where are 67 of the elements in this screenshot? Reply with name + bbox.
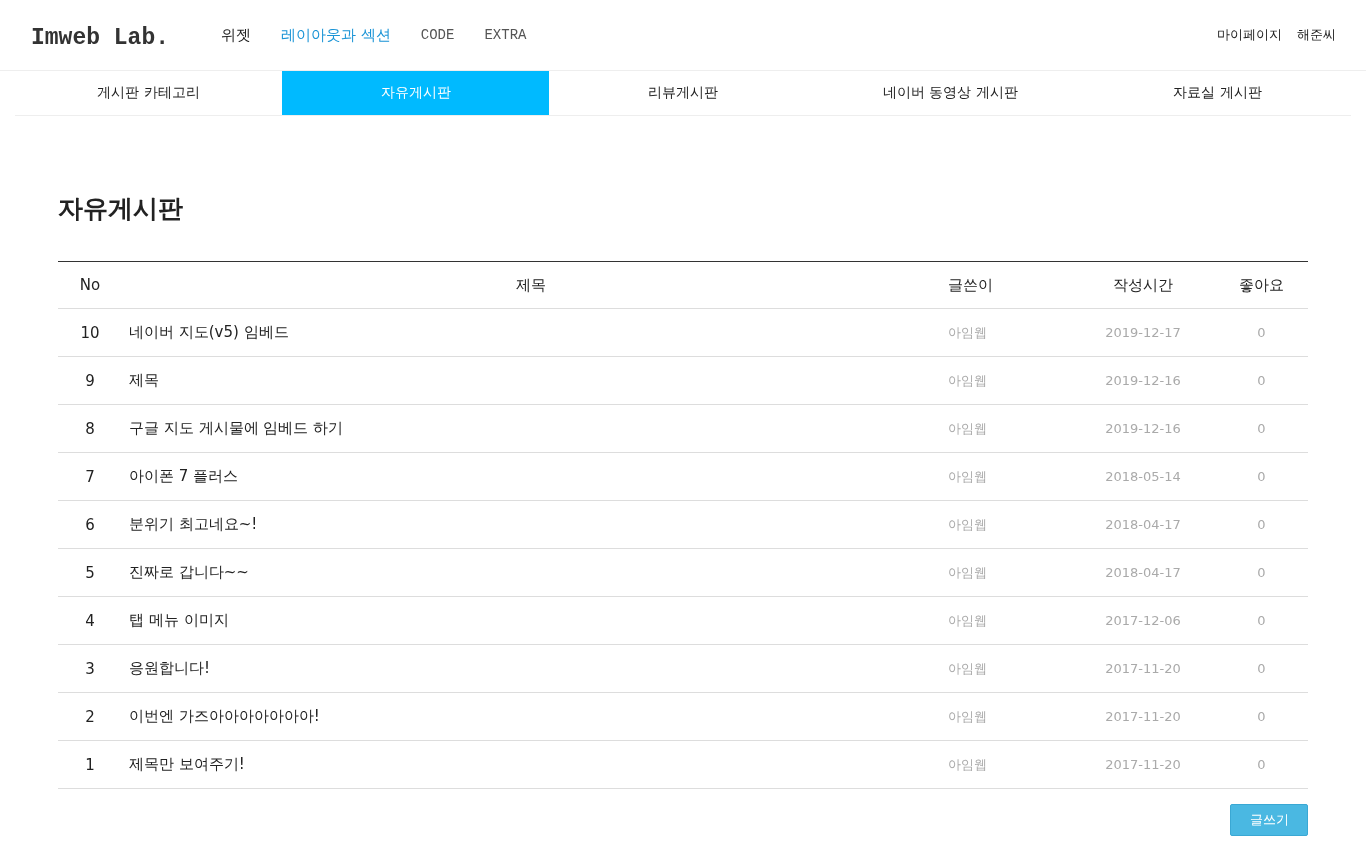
table-cell: 2018-05-14 — [1071, 452, 1215, 501]
column-header: 좋아요 — [1215, 261, 1308, 309]
table-cell: 0 — [1215, 548, 1308, 597]
column-header: 작성시간 — [1071, 261, 1215, 309]
post-title-link[interactable]: 진짜로 갑니다~~ — [122, 548, 940, 597]
post-title-link[interactable]: 구글 지도 게시물에 임베드 하기 — [122, 404, 940, 453]
table-cell: 0 — [1215, 596, 1308, 645]
table-cell: 0 — [1215, 356, 1308, 405]
post-title-link[interactable]: 탭 메뉴 이미지 — [122, 596, 940, 645]
table-cell: 아임웹 — [940, 596, 1071, 645]
user-link[interactable]: 마이페이지 — [1217, 26, 1282, 44]
table-cell: 9 — [58, 356, 122, 405]
user-link[interactable]: 해준씨 — [1297, 26, 1336, 44]
table-cell: 2018-04-17 — [1071, 548, 1215, 597]
table-cell: 아임웹 — [940, 356, 1071, 405]
post-title-link[interactable]: 제목만 보여주기! — [122, 740, 940, 789]
table-cell: 0 — [1215, 692, 1308, 741]
table-cell: 4 — [58, 596, 122, 645]
table-cell: 2019-12-16 — [1071, 356, 1215, 405]
table-cell: 0 — [1215, 644, 1308, 693]
page-title: 자유게시판 — [58, 193, 184, 225]
table-cell: 2019-12-16 — [1071, 404, 1215, 453]
column-header: 글쓴이 — [940, 261, 1071, 309]
post-title-link[interactable]: 아이폰 7 플러스 — [122, 452, 940, 501]
post-title-link[interactable]: 응원합니다! — [122, 644, 940, 693]
table-cell: 6 — [58, 500, 122, 549]
table-cell: 2019-12-17 — [1071, 308, 1215, 357]
table-cell: 1 — [58, 740, 122, 789]
board-tab[interactable]: 자료실 게시판 — [1083, 71, 1351, 115]
table-cell: 아임웹 — [940, 692, 1071, 741]
table-cell: 아임웹 — [940, 452, 1071, 501]
table-cell: 10 — [58, 308, 122, 357]
nav-link[interactable]: 레이아웃과 섹션 — [281, 25, 391, 45]
table-cell: 0 — [1215, 500, 1308, 549]
table-cell: 아임웹 — [940, 644, 1071, 693]
table-cell: 0 — [1215, 404, 1308, 453]
column-header: No — [58, 261, 122, 309]
nav-link[interactable]: CODE — [420, 27, 455, 43]
table-cell: 아임웹 — [940, 740, 1071, 789]
table-cell: 아임웹 — [940, 404, 1071, 453]
table-cell: 0 — [1215, 452, 1308, 501]
logo[interactable]: Imweb Lab. — [31, 25, 170, 51]
table-cell: 0 — [1215, 740, 1308, 789]
table-cell: 2018-04-17 — [1071, 500, 1215, 549]
table-cell: 7 — [58, 452, 122, 501]
nav-link[interactable]: EXTRA — [484, 27, 527, 43]
board-tab[interactable]: 네이버 동영상 게시판 — [816, 71, 1084, 115]
table-cell: 2017-11-20 — [1071, 644, 1215, 693]
table-cell: 3 — [58, 644, 122, 693]
column-header: 제목 — [122, 261, 940, 309]
table-cell: 8 — [58, 404, 122, 453]
post-title-link[interactable]: 분위기 최고네요~! — [122, 500, 940, 549]
table-cell: 아임웹 — [940, 308, 1071, 357]
post-title-link[interactable]: 제목 — [122, 356, 940, 405]
table-cell: 아임웹 — [940, 500, 1071, 549]
nav-link[interactable]: 위젯 — [221, 25, 252, 45]
table-cell: 5 — [58, 548, 122, 597]
table-cell: 0 — [1215, 308, 1308, 357]
board-tab[interactable]: 게시판 카테고리 — [15, 71, 283, 115]
board-tab[interactable]: 리뷰게시판 — [549, 71, 817, 115]
table-cell: 2017-12-06 — [1071, 596, 1215, 645]
table-cell: 2 — [58, 692, 122, 741]
post-title-link[interactable]: 이번엔 가즈아아아아아아아! — [122, 692, 940, 741]
table-cell: 아임웹 — [940, 548, 1071, 597]
post-title-link[interactable]: 네이버 지도(v5) 임베드 — [122, 308, 940, 357]
table-cell: 2017-11-20 — [1071, 692, 1215, 741]
table-cell: 2017-11-20 — [1071, 740, 1215, 789]
